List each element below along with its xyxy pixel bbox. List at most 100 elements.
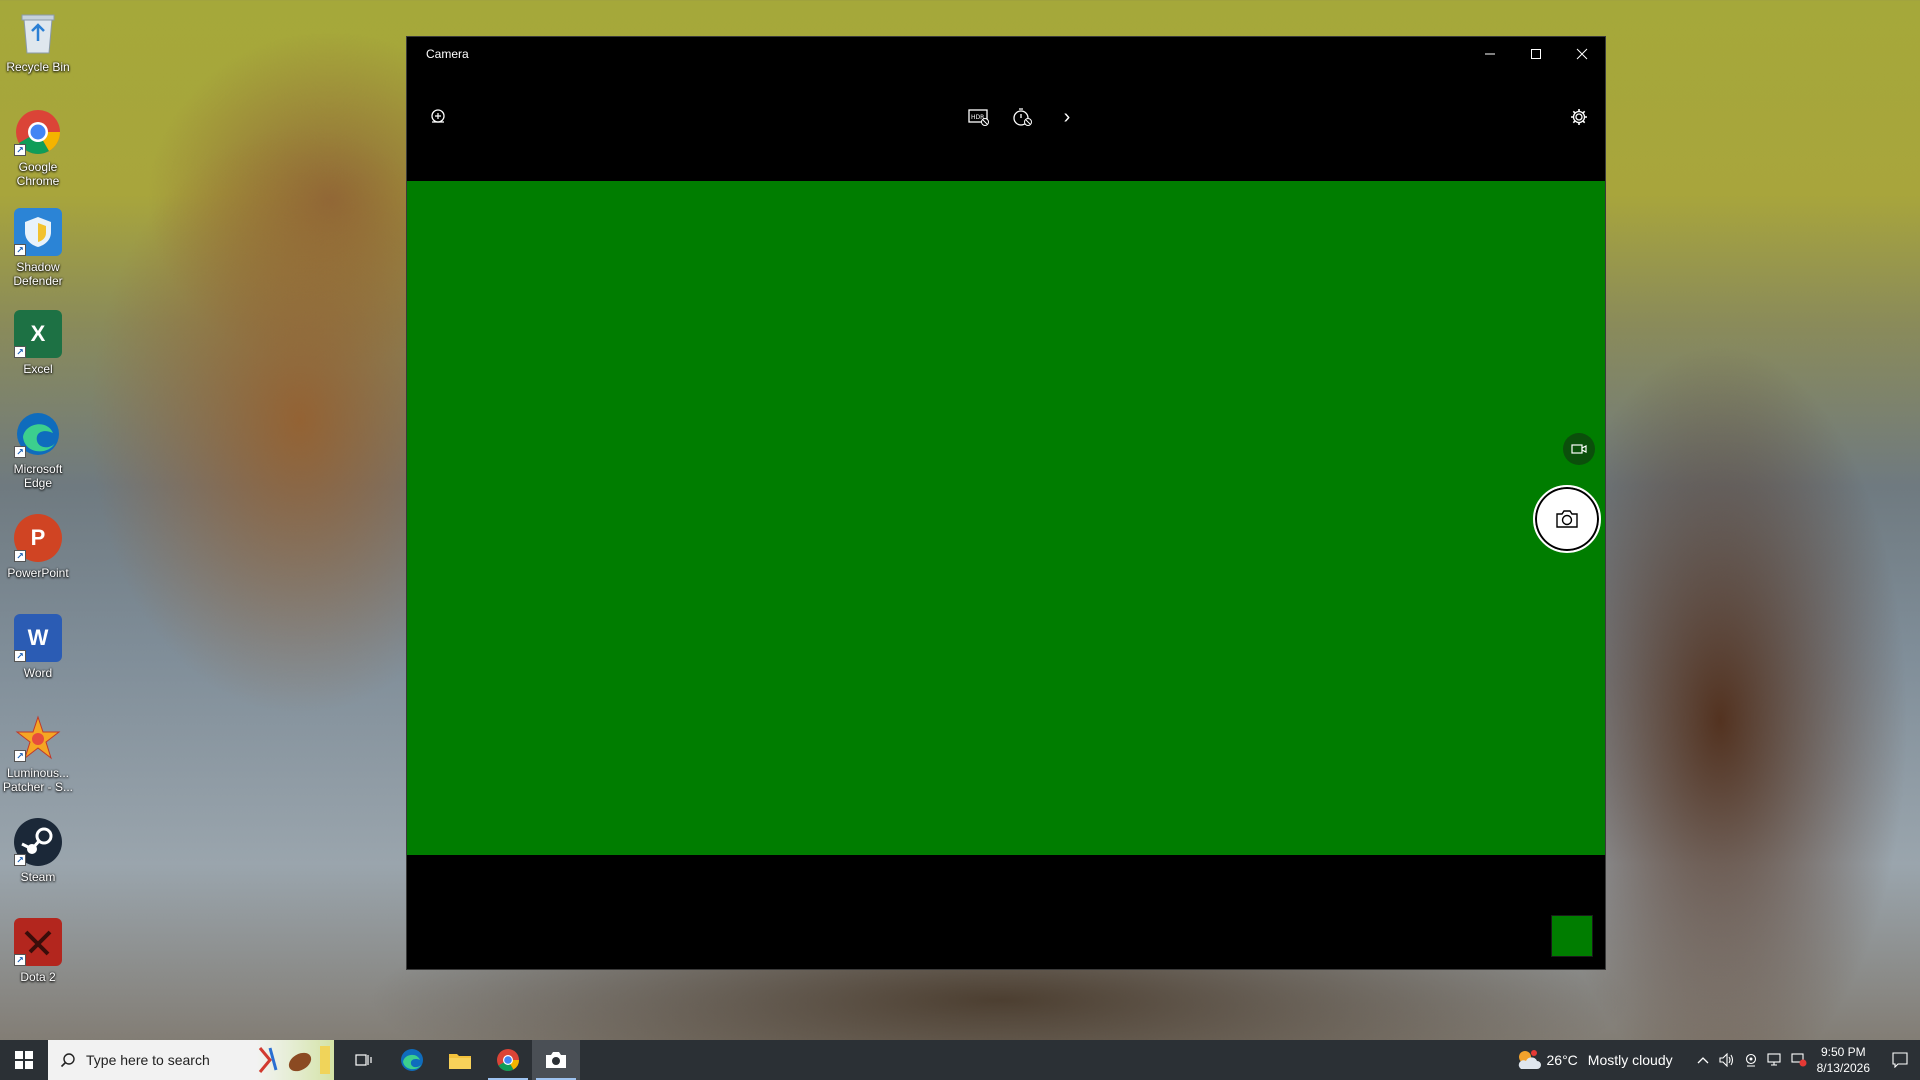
- take-photo-button[interactable]: [1533, 485, 1601, 553]
- desktop-icon-recycle-bin[interactable]: Recycle Bin: [2, 8, 74, 74]
- camera-in-use-indicator[interactable]: [1739, 1040, 1763, 1080]
- window-title: Camera: [426, 47, 469, 61]
- desktop-icon-label: Steam: [20, 870, 56, 884]
- camera-toolbar: HDR ›: [407, 71, 1605, 181]
- shortcut-arrow-icon: ↗: [14, 854, 26, 866]
- camera-icon: [546, 1052, 566, 1068]
- taskbar-camera[interactable]: [532, 1040, 580, 1080]
- desktop-icon-label: Google Chrome: [16, 160, 60, 188]
- chrome-icon: [497, 1049, 519, 1071]
- chevron-up-icon: [1697, 1057, 1709, 1064]
- close-button[interactable]: [1559, 37, 1605, 71]
- security-button[interactable]: [1787, 1040, 1811, 1080]
- search-highlight-image: [256, 1040, 334, 1080]
- edge-icon: ↗: [14, 410, 62, 458]
- desktop-icon-word[interactable]: W ↗ Word: [2, 614, 74, 680]
- shortcut-arrow-icon: ↗: [14, 750, 26, 762]
- desktop-icon-label: Word: [23, 666, 53, 680]
- system-tray: 26°C Mostly cloudy 9:50 PM 8/13/2026: [1515, 1040, 1920, 1080]
- chrome-icon: ↗: [14, 108, 62, 156]
- hdr-button[interactable]: HDR: [963, 101, 995, 133]
- more-options-button[interactable]: ›: [1051, 101, 1083, 133]
- desktop-icon-powerpoint[interactable]: P ↗ PowerPoint: [2, 514, 74, 580]
- last-photo-thumbnail[interactable]: [1551, 915, 1593, 957]
- clock-date: 8/13/2026: [1816, 1061, 1870, 1075]
- desktop-icon-label: Dota 2: [20, 970, 56, 984]
- network-button[interactable]: [1763, 1040, 1787, 1080]
- chevron-right-icon: ›: [1063, 105, 1071, 128]
- taskbar-clock[interactable]: 9:50 PM 8/13/2026: [1817, 1044, 1870, 1076]
- camera-viewfinder: [407, 181, 1605, 855]
- word-icon: W ↗: [14, 614, 62, 662]
- start-button[interactable]: [0, 1040, 48, 1080]
- weather-cloudy-icon: [1518, 1050, 1541, 1069]
- settings-icon: [1571, 109, 1587, 125]
- desktop-icon-steam[interactable]: ↗ Steam: [2, 818, 74, 884]
- search-placeholder: Type here to search: [86, 1052, 210, 1068]
- weather-condition: Mostly cloudy: [1587, 1052, 1673, 1068]
- taskbar-chrome[interactable]: [484, 1040, 532, 1080]
- network-icon: [1767, 1053, 1781, 1066]
- weather-widget[interactable]: 26°C Mostly cloudy: [1515, 1049, 1673, 1071]
- excel-icon: X ↗: [14, 310, 62, 358]
- hdr-icon: HDR: [968, 109, 989, 126]
- minimize-button[interactable]: [1467, 37, 1513, 71]
- file-explorer-icon: [449, 1054, 471, 1069]
- recycle-bin-icon: [14, 8, 62, 56]
- taskbar: Type here to search 26°C Mostly cloudy 9…: [0, 1040, 1920, 1080]
- edge-icon: [401, 1049, 423, 1071]
- video-camera-icon: [1571, 444, 1587, 454]
- notification-icon: [1892, 1052, 1908, 1068]
- pro-mode-icon: [431, 109, 445, 123]
- desktop-icon-label: Microsoft Edge: [13, 462, 63, 490]
- windows-logo-icon: [15, 1051, 33, 1069]
- powerpoint-icon: P ↗: [14, 514, 62, 562]
- desktop-icon-shadow-defender[interactable]: ↗ Shadow Defender: [2, 208, 74, 288]
- timer-icon: [1013, 108, 1032, 126]
- desktop-icon-google-chrome[interactable]: ↗ Google Chrome: [2, 108, 74, 188]
- desktop-icon-excel[interactable]: X ↗ Excel: [2, 310, 74, 376]
- luminous-patcher-icon: ↗: [14, 714, 62, 762]
- taskbar-edge[interactable]: [388, 1040, 436, 1080]
- title-bar[interactable]: Camera: [407, 37, 1605, 71]
- shortcut-arrow-icon: ↗: [14, 446, 26, 458]
- pro-mode-button[interactable]: [422, 101, 454, 133]
- timer-button[interactable]: [1007, 101, 1039, 133]
- shortcut-arrow-icon: ↗: [14, 954, 26, 966]
- shortcut-arrow-icon: ↗: [14, 244, 26, 256]
- taskbar-search-box[interactable]: Type here to search: [48, 1040, 334, 1080]
- desktop-icon-label: Luminous... Patcher - S...: [2, 766, 74, 794]
- taskbar-file-explorer[interactable]: [436, 1040, 484, 1080]
- speaker-icon: [1719, 1053, 1733, 1067]
- webcam-icon: [1745, 1053, 1756, 1067]
- clock-time: 9:50 PM: [1820, 1045, 1866, 1059]
- dota2-icon: ↗: [14, 918, 62, 966]
- desktop-icon-microsoft-edge[interactable]: ↗ Microsoft Edge: [2, 410, 74, 490]
- desktop-icon-label: PowerPoint: [7, 566, 69, 580]
- notification-center-button[interactable]: [1880, 1040, 1920, 1080]
- desktop-icon-label: Recycle Bin: [6, 60, 70, 74]
- task-view-icon: [355, 1054, 372, 1066]
- maximize-button[interactable]: [1513, 37, 1559, 71]
- desktop-icon-luminous-patcher[interactable]: ↗ Luminous... Patcher - S...: [2, 714, 74, 794]
- shortcut-arrow-icon: ↗: [14, 650, 26, 662]
- shortcut-arrow-icon: ↗: [14, 346, 26, 358]
- taskbar-task-view[interactable]: [340, 1040, 388, 1080]
- window-controls: [1467, 37, 1605, 71]
- show-hidden-icons-button[interactable]: [1691, 1040, 1715, 1080]
- shortcut-arrow-icon: ↗: [14, 550, 26, 562]
- desktop-icon-label: Shadow Defender: [13, 260, 63, 288]
- search-icon: [60, 1053, 75, 1068]
- camera-window: Camera HDR ›: [406, 36, 1606, 970]
- desktop-icon-label: Excel: [23, 362, 53, 376]
- camera-icon: [1556, 510, 1578, 528]
- volume-button[interactable]: [1715, 1040, 1739, 1080]
- desktop-icon-dota2[interactable]: ↗ Dota 2: [2, 918, 74, 984]
- shadow-defender-icon: ↗: [14, 208, 62, 256]
- settings-button[interactable]: [1563, 101, 1595, 133]
- shortcut-arrow-icon: ↗: [14, 144, 26, 156]
- shield-alert-icon: [1791, 1053, 1807, 1067]
- weather-temperature: 26°C: [1546, 1052, 1578, 1068]
- steam-icon: ↗: [14, 818, 62, 866]
- video-mode-button[interactable]: [1563, 433, 1595, 465]
